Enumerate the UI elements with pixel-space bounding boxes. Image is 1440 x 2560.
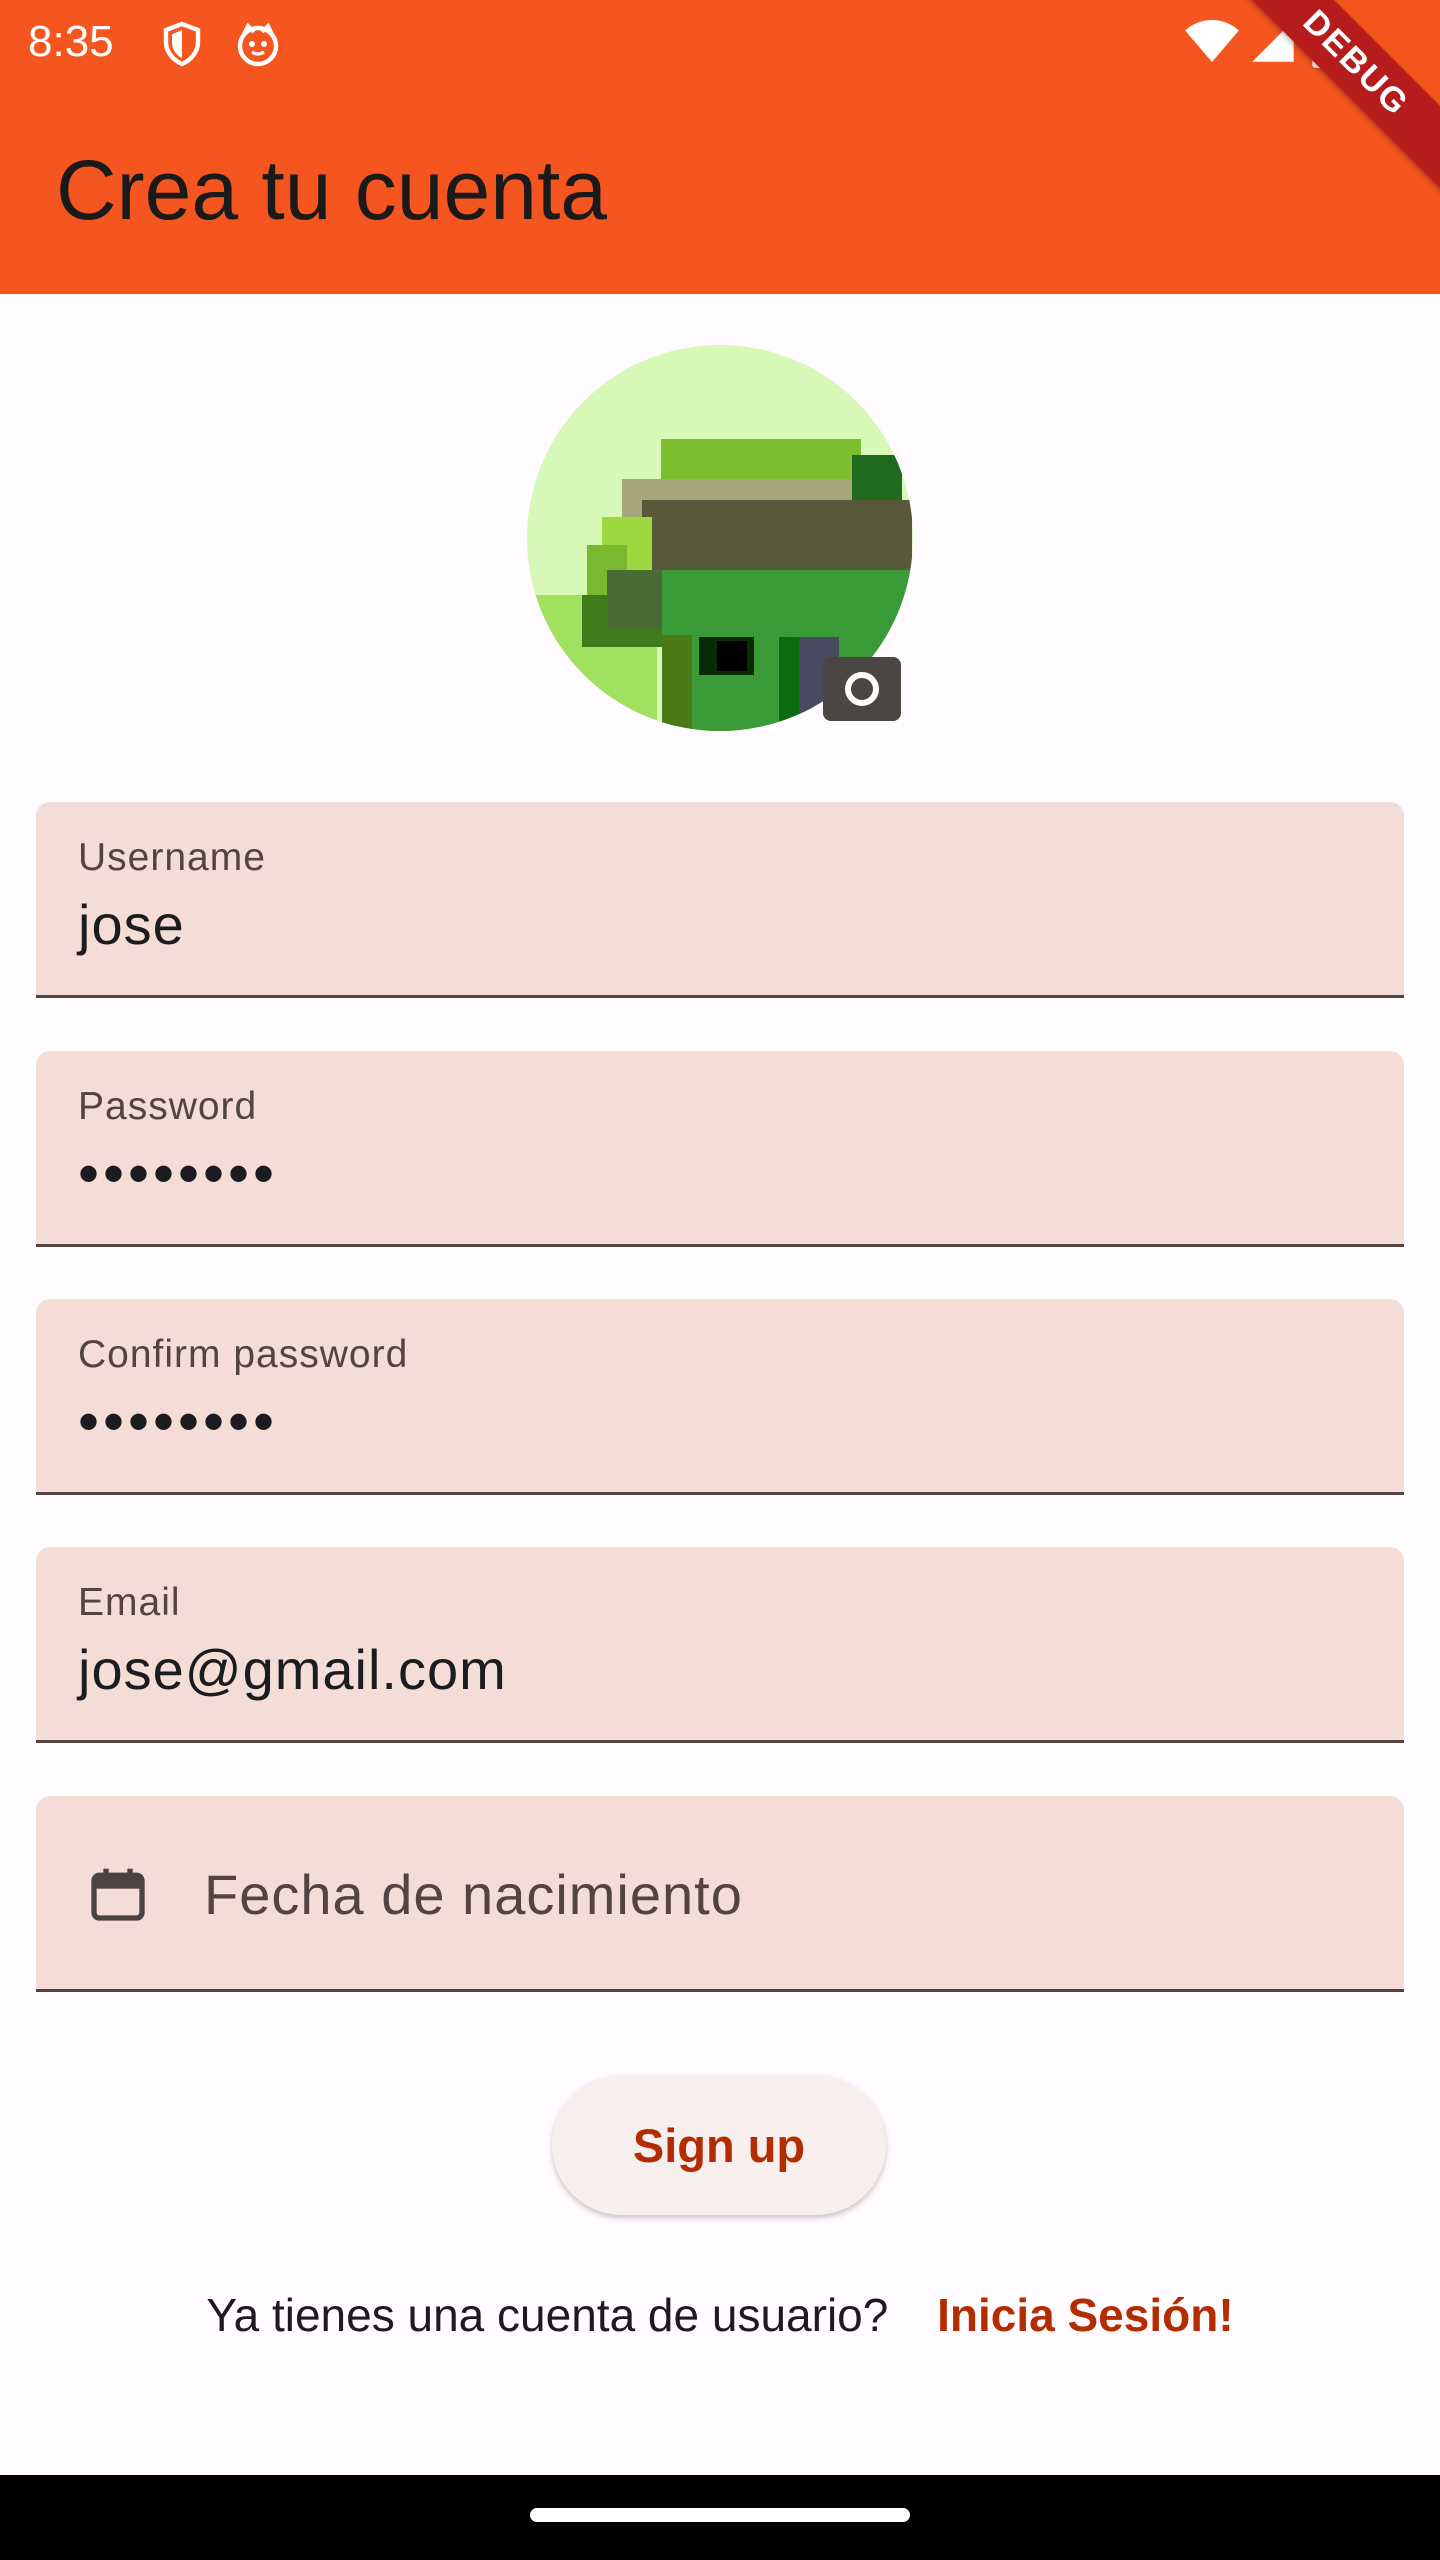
home-gesture-handle[interactable] <box>530 2508 910 2522</box>
password-field[interactable]: Password •••••••• <box>36 1051 1404 1247</box>
login-link[interactable]: Inicia Sesión! <box>937 2289 1234 2341</box>
username-field[interactable]: Username jose <box>36 802 1404 998</box>
sign-up-button[interactable]: Sign up <box>552 2075 886 2215</box>
camera-icon[interactable] <box>823 657 901 721</box>
confirm-password-label: Confirm password <box>78 1333 409 1376</box>
shield-icon <box>158 20 206 73</box>
cat-notification-icon <box>234 20 282 73</box>
username-input[interactable]: jose <box>78 892 1278 957</box>
confirm-password-field[interactable]: Confirm password •••••••• <box>36 1299 1404 1495</box>
page-title: Crea tu cuenta <box>56 143 608 237</box>
email-label: Email <box>78 1581 181 1624</box>
login-question: Ya tienes una cuenta de usuario? <box>206 2289 889 2341</box>
email-input[interactable]: jose@gmail.com <box>78 1637 1278 1702</box>
navigation-bar <box>0 2475 1440 2560</box>
wifi-icon <box>1184 16 1240 71</box>
login-prompt: Ya tienes una cuenta de usuario? Inicia … <box>0 2280 1440 2350</box>
password-input[interactable]: •••••••• <box>78 1129 278 1219</box>
username-label: Username <box>78 836 266 879</box>
status-time: 8:35 <box>28 17 114 66</box>
password-label: Password <box>78 1085 258 1128</box>
profile-avatar[interactable] <box>527 345 913 731</box>
calendar-icon <box>86 1862 150 1931</box>
status-bar: 8:35 <box>0 0 1440 84</box>
email-field[interactable]: Email jose@gmail.com <box>36 1547 1404 1743</box>
confirm-password-input[interactable]: •••••••• <box>78 1377 278 1467</box>
birthdate-field[interactable]: Fecha de nacimiento <box>36 1796 1404 1992</box>
app-bar: 8:35 DEBUG Crea tu cuenta <box>0 0 1440 294</box>
birthdate-placeholder: Fecha de nacimiento <box>204 1863 743 1926</box>
